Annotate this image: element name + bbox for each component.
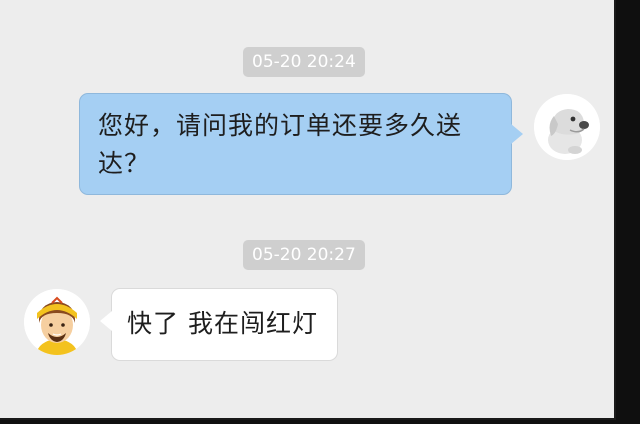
incoming-message-text: 快了 我在闯红灯 [127,309,318,338]
incoming-message-bubble[interactable]: 快了 我在闯红灯 [100,288,338,361]
dog-avatar-icon[interactable] [534,94,600,160]
message-timestamp: 05-20 20:27 [243,240,365,270]
message-timestamp: 05-20 20:24 [243,47,365,77]
outgoing-message-bubble[interactable]: 您好，请问我的订单还要多久送达？ [79,93,523,195]
outgoing-message-text: 您好，请问我的订单还要多久送达？ [98,111,463,178]
chat-window: 05-20 20:24 您好，请问我的订单还要多久送达？ 05-20 20:27 [0,0,616,420]
delivery-rider-avatar-icon[interactable] [24,289,90,355]
